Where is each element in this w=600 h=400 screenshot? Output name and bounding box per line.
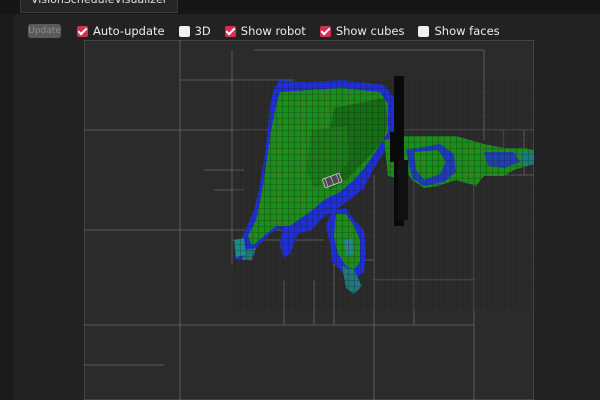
show-robot-label: Show robot (240, 24, 306, 38)
fine-cells (234, 80, 534, 310)
map-viewport[interactable] (84, 40, 534, 400)
toolbar: Update Auto-update 3D Show robot Show cu… (28, 22, 514, 40)
auto-update-label: Auto-update (93, 24, 165, 38)
show-faces-label: Show faces (434, 24, 500, 38)
checkbox-icon[interactable] (77, 25, 88, 37)
show-cubes-checkbox[interactable]: Show cubes (319, 24, 405, 38)
update-button[interactable]: Update (28, 24, 61, 38)
3d-checkbox[interactable]: 3D (178, 24, 211, 38)
checkbox-icon[interactable] (319, 25, 331, 37)
checkbox-icon[interactable] (224, 25, 236, 37)
visualizer-panel: Update Auto-update 3D Show robot Show cu… (14, 14, 600, 400)
occupancy-map (84, 40, 534, 400)
show-robot-checkbox[interactable]: Show robot (224, 24, 306, 38)
tab-vision-schedule-visualizer[interactable]: VisionScheduleVisualizer (20, 0, 179, 13)
checkbox-icon[interactable] (178, 25, 190, 37)
3d-label: 3D (194, 24, 211, 38)
show-faces-checkbox[interactable]: Show faces (418, 24, 500, 38)
checkbox-icon[interactable] (418, 25, 430, 37)
tab-bar: VisionScheduleVisualizer (0, 0, 600, 14)
show-cubes-label: Show cubes (335, 24, 405, 38)
auto-update-checkbox[interactable]: Auto-update (77, 24, 165, 38)
